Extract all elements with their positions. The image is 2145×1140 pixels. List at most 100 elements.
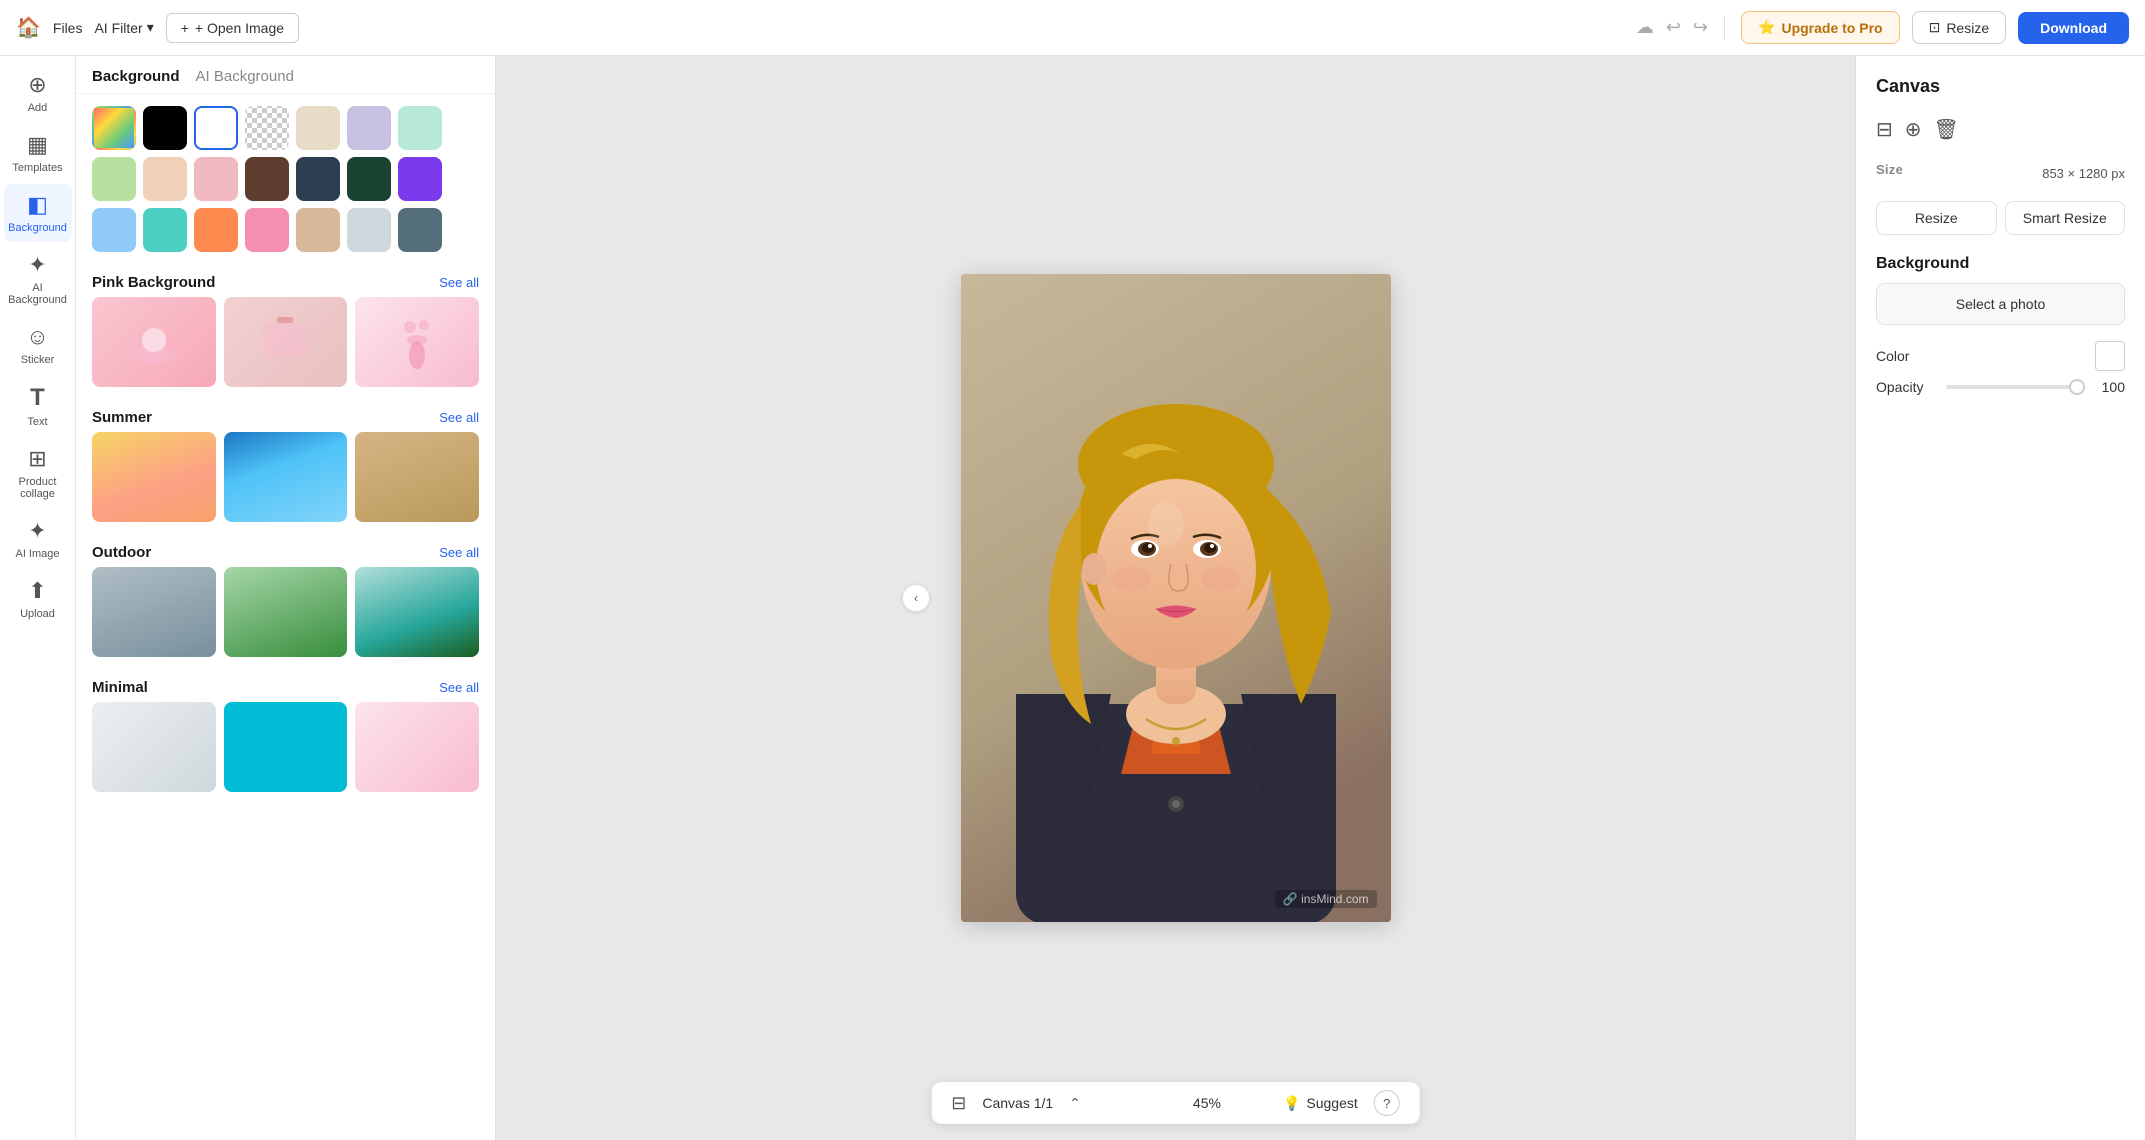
bg-thumb-outdoor2[interactable] [224, 567, 348, 657]
chevron-down-icon: ▾ [147, 19, 154, 36]
color-swatch-salmon[interactable] [245, 208, 289, 252]
topbar: 🏠 Files AI Filter ▾ + + Open Image ☁ ↩ ↪… [0, 0, 2145, 56]
color-swatch-white[interactable] [194, 106, 238, 150]
color-swatch-teal[interactable] [143, 208, 187, 252]
outdoor-title: Outdoor [92, 544, 151, 561]
expand-icon[interactable]: ⌃ [1069, 1095, 1081, 1112]
bg-thumb-pink1[interactable] [92, 297, 216, 387]
color-swatch-beige[interactable] [296, 106, 340, 150]
opacity-slider[interactable] [1946, 385, 2085, 389]
bg-thumb-summer1[interactable] [92, 432, 216, 522]
sidebar-item-label: Upload [20, 608, 55, 620]
color-swatch-pink[interactable] [194, 157, 238, 201]
download-button[interactable]: Download [2018, 12, 2129, 44]
color-swatch-dark-gray[interactable] [398, 208, 442, 252]
upgrade-button[interactable]: ⭐ Upgrade to Pro [1741, 11, 1900, 44]
bottom-bar: ⊟ Canvas 1/1 ⌃ 45% 💡 Suggest ? [931, 1082, 1420, 1124]
bg-thumb-minimal2[interactable] [224, 702, 348, 792]
sidebar-item-label: AI Background [8, 282, 68, 306]
bg-thumb-pink2[interactable] [224, 297, 348, 387]
size-value: 853 × 1280 px [2042, 166, 2125, 181]
panel-collapse-button[interactable]: ‹ [902, 584, 930, 612]
color-swatch-light-green[interactable] [92, 157, 136, 201]
right-panel-title: Canvas [1876, 76, 2125, 97]
pink-background-see-all[interactable]: See all [439, 275, 479, 290]
color-swatch-sky-blue[interactable] [92, 208, 136, 252]
ai-image-icon: ✦ [28, 518, 46, 544]
select-photo-button[interactable]: Select a photo [1876, 283, 2125, 325]
star-icon: ⭐ [1758, 19, 1775, 36]
bg-thumb-summer2[interactable] [224, 432, 348, 522]
color-swatch-orange[interactable] [194, 208, 238, 252]
sticker-icon: ☺ [26, 324, 48, 350]
color-swatch-black[interactable] [143, 106, 187, 150]
color-swatch-navy[interactable] [296, 157, 340, 201]
color-swatch-peach[interactable] [143, 157, 187, 201]
sidebar-item-add[interactable]: ⊕ Add [4, 64, 72, 122]
templates-icon: ▦ [27, 132, 48, 158]
resize-icon: ⊡ [1929, 19, 1941, 36]
color-swatch-dark-green[interactable] [347, 157, 391, 201]
color-swatch-brown[interactable] [245, 157, 289, 201]
sidebar-item-sticker[interactable]: ☺ Sticker [4, 316, 72, 374]
divider [1724, 16, 1725, 40]
minimal-see-all[interactable]: See all [439, 680, 479, 695]
help-button[interactable]: ? [1374, 1090, 1400, 1116]
sidebar-item-ai-background[interactable]: ✦ AI Background [4, 244, 72, 314]
color-swatch-purple[interactable] [398, 157, 442, 201]
sidebar-item-label: Templates [12, 162, 62, 174]
summer-grid [76, 432, 495, 534]
bg-thumb-outdoor3[interactable] [355, 567, 479, 657]
panel-sidebar: Background AI Background [76, 56, 496, 1140]
color-swatch-gradient[interactable] [92, 106, 136, 150]
color-swatch-lavender[interactable] [347, 106, 391, 150]
sidebar-item-ai-image[interactable]: ✦ AI Image [4, 510, 72, 568]
open-image-button[interactable]: + + Open Image [166, 13, 299, 43]
color-picker[interactable] [2095, 341, 2125, 371]
sidebar-item-background[interactable]: ◧ Background [4, 184, 72, 242]
bg-thumb-summer3[interactable] [355, 432, 479, 522]
color-swatch-transparent[interactable] [245, 106, 289, 150]
resize-button[interactable]: ⊡ Resize [1912, 11, 2007, 44]
files-button[interactable]: Files [53, 20, 83, 36]
color-swatch-light-gray[interactable] [347, 208, 391, 252]
text-icon: T [30, 384, 45, 412]
bg-thumb-minimal1[interactable] [92, 702, 216, 792]
suggest-button[interactable]: 💡 Suggest [1283, 1095, 1358, 1112]
tab-background[interactable]: Background [92, 68, 180, 85]
bg-thumb-minimal3[interactable] [355, 702, 479, 792]
duplicate-action-icon[interactable]: ⊕ [1905, 117, 1922, 142]
color-swatch-tan[interactable] [296, 208, 340, 252]
pink-background-header: Pink Background See all [76, 264, 495, 297]
upload-icon: ⬆ [28, 578, 46, 604]
sidebar-item-text[interactable]: T Text [4, 376, 72, 436]
summer-see-all[interactable]: See all [439, 410, 479, 425]
color-swatches [76, 94, 495, 264]
right-panel: Canvas ⊟ ⊕ 🗑 Size 853 × 1280 px Resize S… [1855, 56, 2145, 1140]
sidebar-item-upload[interactable]: ⬆ Upload [4, 570, 72, 628]
smart-resize-button[interactable]: Smart Resize [2005, 201, 2126, 235]
minimal-header: Minimal See all [76, 669, 495, 702]
resize-canvas-button[interactable]: Resize [1876, 201, 1997, 235]
suggest-icon: 💡 [1283, 1095, 1300, 1112]
ai-filter-button[interactable]: AI Filter ▾ [94, 19, 153, 36]
color-swatch-mint[interactable] [398, 106, 442, 150]
sidebar-item-product-collage[interactable]: ⊞ Product collage [4, 438, 72, 508]
outdoor-see-all[interactable]: See all [439, 545, 479, 560]
undo-button[interactable]: ↩ [1666, 17, 1681, 38]
pink-background-title: Pink Background [92, 274, 215, 291]
sidebar-item-label: Product collage [8, 476, 68, 500]
layers-action-icon[interactable]: ⊟ [1876, 117, 1893, 142]
delete-action-icon[interactable]: 🗑 [1934, 117, 1959, 142]
size-row: Size 853 × 1280 px [1876, 162, 2125, 185]
redo-button[interactable]: ↪ [1693, 17, 1708, 38]
minimal-grid [76, 702, 495, 804]
canvas-label: Canvas 1/1 [982, 1095, 1053, 1111]
sidebar-item-templates[interactable]: ▦ Templates [4, 124, 72, 182]
sidebar-item-label: Text [27, 416, 47, 428]
home-icon[interactable]: 🏠 [16, 15, 41, 40]
tab-ai-background[interactable]: AI Background [196, 68, 294, 85]
layers-icon[interactable]: ⊟ [951, 1093, 966, 1114]
bg-thumb-outdoor1[interactable] [92, 567, 216, 657]
bg-thumb-pink3[interactable] [355, 297, 479, 387]
